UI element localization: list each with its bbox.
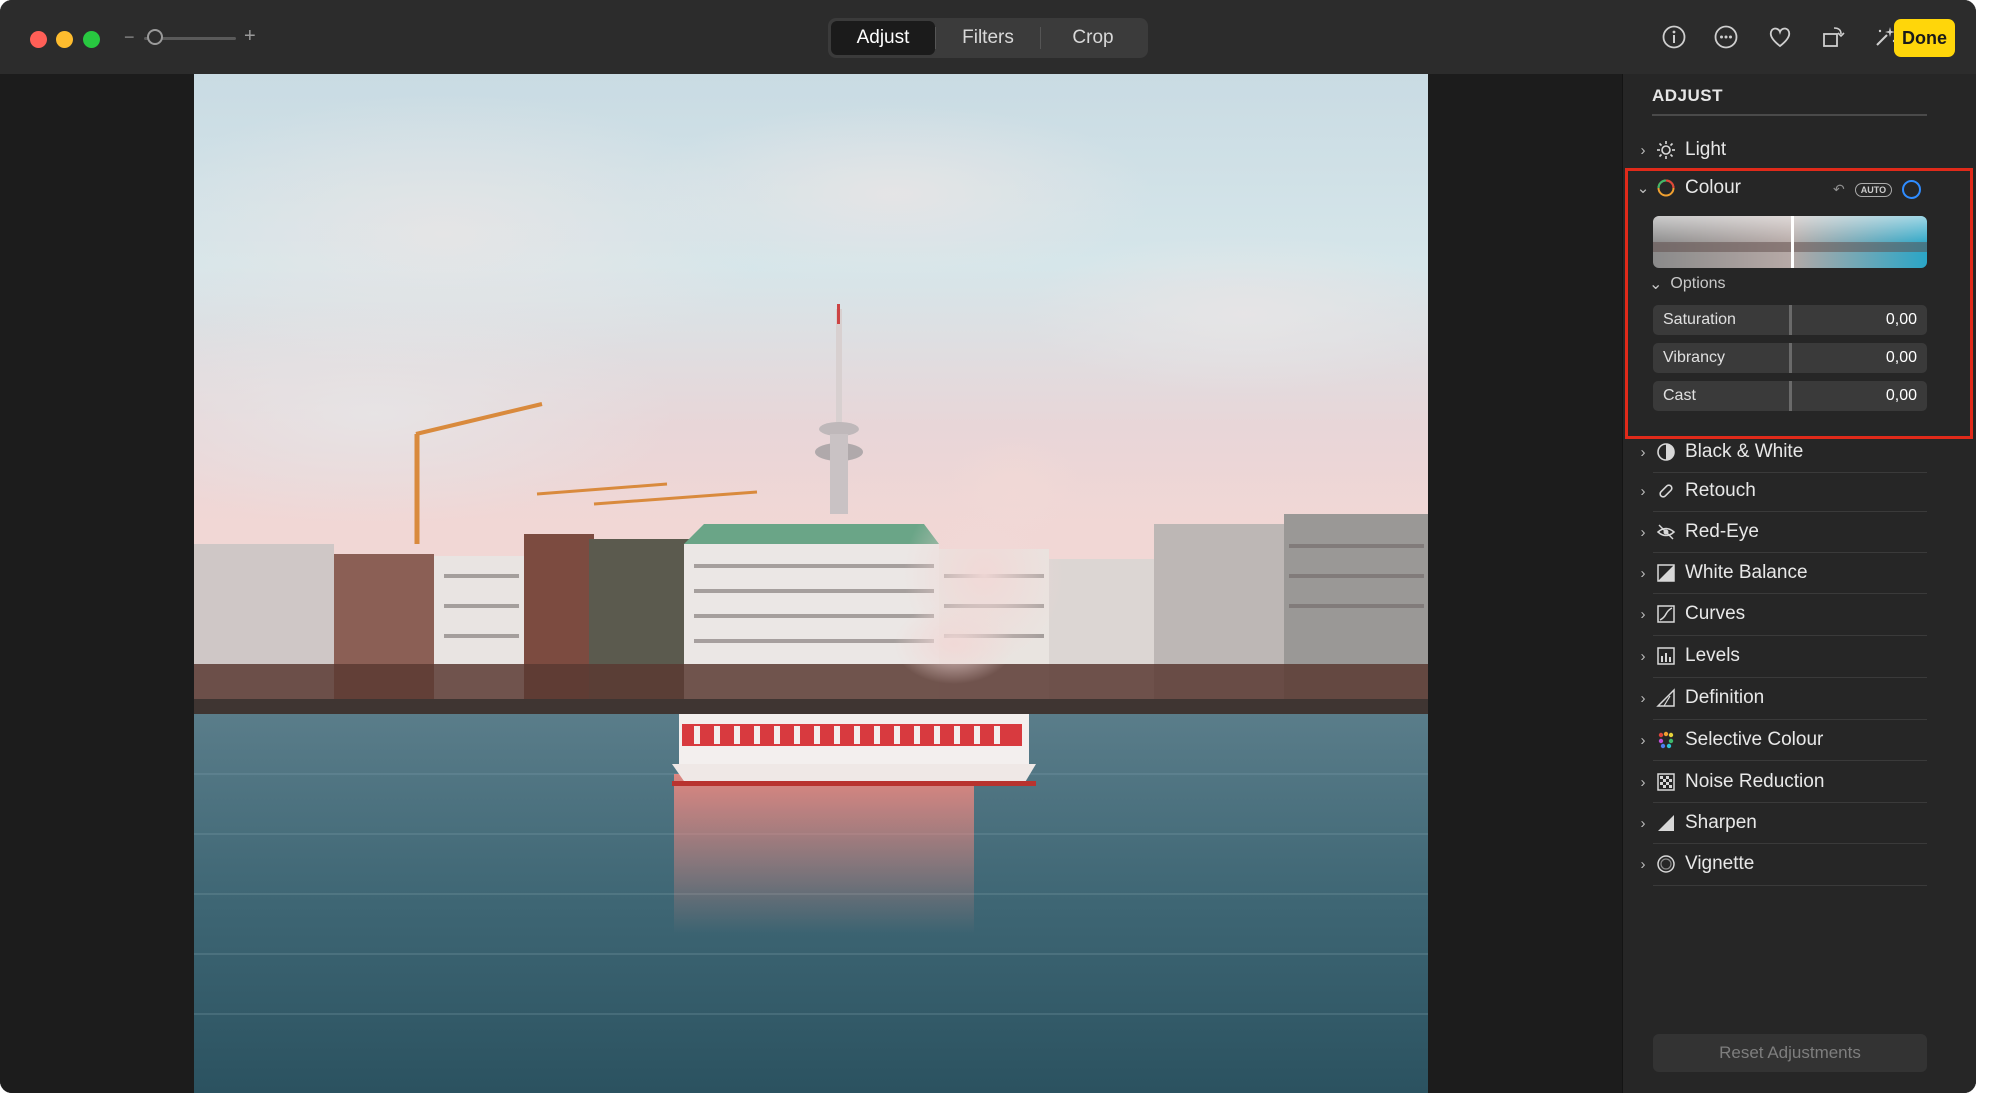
toolbar: − + Adjust Filters Crop Done — [0, 0, 1976, 75]
adjust-item-label: White Balance — [1685, 562, 1808, 583]
zoom-out-icon[interactable]: − — [124, 27, 135, 48]
adjust-item-levels[interactable]: › Levels — [1633, 636, 1927, 676]
reset-adjustments-button[interactable]: Reset Adjustments — [1653, 1034, 1927, 1072]
levels-icon — [1653, 645, 1679, 667]
photo-preview[interactable] — [194, 74, 1428, 1093]
adjust-item-light[interactable]: › Light — [1633, 130, 1927, 170]
vignette-icon — [1653, 853, 1679, 875]
chevron-right-icon[interactable]: › — [1633, 774, 1653, 791]
adjust-item-label: Black & White — [1685, 441, 1804, 462]
zoom-slider-knob[interactable] — [147, 29, 163, 45]
adjust-item-label: Levels — [1685, 645, 1740, 666]
chevron-right-icon[interactable]: › — [1633, 565, 1653, 582]
adjust-item-label: Sharpen — [1685, 812, 1757, 833]
zoom-window-button[interactable] — [83, 31, 100, 48]
eye-icon — [1653, 521, 1679, 543]
sun-icon — [1653, 139, 1679, 161]
photo-canvas — [0, 74, 1622, 1093]
favorite-icon[interactable] — [1765, 22, 1795, 52]
selective-colour-icon — [1653, 729, 1679, 751]
chevron-right-icon[interactable]: › — [1633, 444, 1653, 461]
adjust-item-red-eye[interactable]: › Red-Eye — [1633, 512, 1927, 552]
adjust-item-curves[interactable]: › Curves — [1633, 594, 1927, 634]
adjust-item-label: Vignette — [1685, 853, 1755, 874]
chevron-right-icon[interactable]: › — [1633, 483, 1653, 500]
noise-icon — [1653, 771, 1679, 793]
adjust-item-label: Definition — [1685, 687, 1765, 708]
adjust-item-label: Curves — [1685, 603, 1746, 624]
chevron-right-icon[interactable]: › — [1633, 732, 1653, 749]
adjust-item-selective-colour[interactable]: › Selective Colour — [1633, 720, 1927, 760]
half-circle-icon — [1653, 441, 1679, 463]
divider — [1653, 885, 1927, 886]
chevron-right-icon[interactable]: › — [1633, 690, 1653, 707]
chevron-right-icon[interactable]: › — [1633, 524, 1653, 541]
close-window-button[interactable] — [30, 31, 47, 48]
more-icon[interactable] — [1711, 22, 1741, 52]
adjust-item-label: Light — [1685, 139, 1727, 160]
highlight-box — [1625, 168, 1973, 439]
done-button[interactable]: Done — [1894, 19, 1955, 57]
tab-filters[interactable]: Filters — [936, 21, 1040, 55]
adjust-sidebar: ADJUST › Light ⌄ Colour ↶ AUTO ⌄ Options… — [1622, 74, 1976, 1093]
chevron-right-icon[interactable]: › — [1633, 606, 1653, 623]
adjust-item-label: Selective Colour — [1685, 729, 1824, 750]
adjust-item-vignette[interactable]: › Vignette — [1633, 844, 1927, 884]
chevron-right-icon[interactable]: › — [1633, 815, 1653, 832]
photos-edit-window: − + Adjust Filters Crop Done ADJUST › Li… — [0, 0, 1976, 1093]
sidebar-title: ADJUST — [1652, 86, 1724, 105]
info-icon[interactable] — [1659, 22, 1689, 52]
adjust-item-definition[interactable]: › Definition — [1633, 678, 1927, 718]
adjust-item-sharpen[interactable]: › Sharpen — [1633, 803, 1927, 843]
tab-crop[interactable]: Crop — [1041, 21, 1145, 55]
adjust-item-black-white[interactable]: › Black & White — [1633, 432, 1927, 472]
zoom-in-icon[interactable]: + — [244, 25, 256, 48]
definition-icon — [1653, 687, 1679, 709]
sharpen-icon — [1653, 812, 1679, 834]
tab-adjust[interactable]: Adjust — [831, 21, 935, 55]
curves-icon — [1653, 603, 1679, 625]
adjust-item-label: Retouch — [1685, 480, 1756, 501]
minimize-window-button[interactable] — [56, 31, 73, 48]
rotate-icon[interactable] — [1818, 22, 1848, 52]
divider — [1653, 760, 1927, 761]
chevron-right-icon[interactable]: › — [1633, 856, 1653, 873]
white-balance-icon — [1653, 562, 1679, 584]
adjust-item-label: Red-Eye — [1685, 521, 1759, 542]
adjust-item-white-balance[interactable]: › White Balance — [1633, 553, 1927, 593]
bandage-icon — [1653, 480, 1679, 502]
chevron-right-icon[interactable]: › — [1633, 142, 1653, 159]
adjust-item-label: Noise Reduction — [1685, 771, 1825, 792]
adjust-item-retouch[interactable]: › Retouch — [1633, 471, 1927, 511]
chevron-right-icon[interactable]: › — [1633, 648, 1653, 665]
title-divider — [1652, 114, 1927, 116]
edit-mode-tabs: Adjust Filters Crop — [828, 18, 1148, 58]
adjust-item-noise-reduction[interactable]: › Noise Reduction — [1633, 762, 1927, 802]
